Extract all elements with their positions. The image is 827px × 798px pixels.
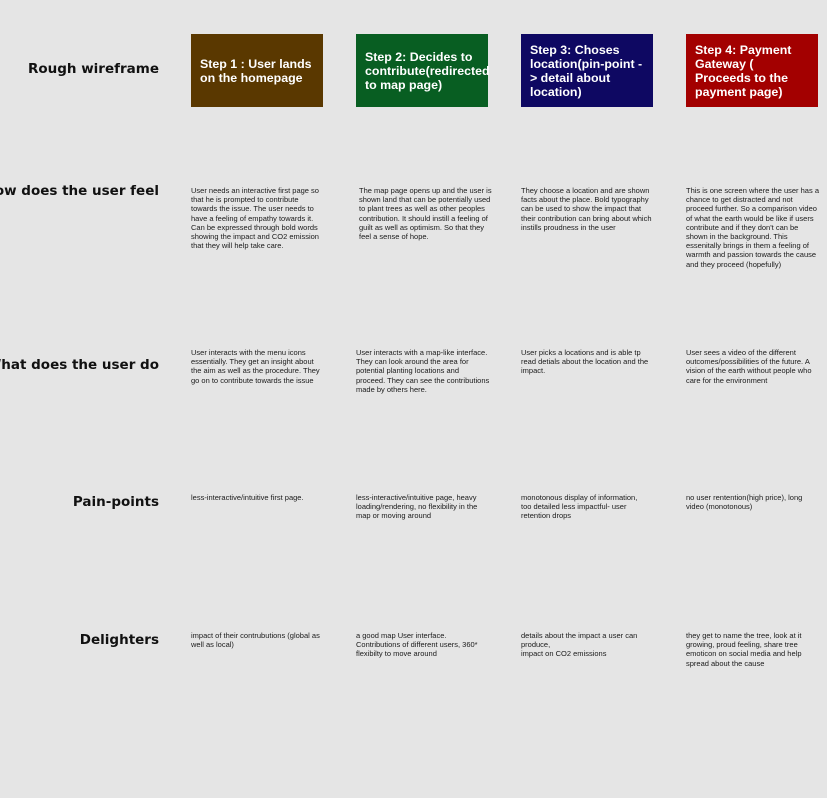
step-4-box: Step 4: Payment Gateway ( Proceeds to th… xyxy=(686,34,818,107)
step-4-feel-text: This is one screen where the user has a … xyxy=(686,186,819,269)
step-2-pain-text: less-interactive/intuitive page, heavy l… xyxy=(356,493,478,521)
row-label-what-does-user-do: What does the user do xyxy=(0,357,159,373)
step-2-delight-text: a good map User interface. Contributions… xyxy=(356,631,478,659)
step-4-do-text: User sees a video of the different outco… xyxy=(686,348,812,385)
step-2-box: Step 2: Decides to contribute(redirected… xyxy=(356,34,490,107)
step-1-delight-text: impact of their contrubutions (global as… xyxy=(191,631,320,650)
step-1-do-text: User interacts with the menu icons essen… xyxy=(191,348,320,385)
row-label-rough-wireframe: Rough wireframe xyxy=(27,61,159,77)
step-3-box: Step 3: Choses location(pin-point -> det… xyxy=(521,34,653,107)
step-4-delight-text: they get to name the tree, look at it gr… xyxy=(686,631,802,668)
step-3-delight-text: details about the impact a user can prod… xyxy=(521,631,638,659)
step-1-feel-text: User needs an interactive first page so … xyxy=(191,186,319,251)
step-2-feel-text: The map page opens up and the user is sh… xyxy=(359,186,492,242)
step-3-feel-text: They choose a location and are shown fac… xyxy=(521,186,652,232)
step-2-do-text: User interacts with a map-like interface… xyxy=(356,348,490,394)
step-4-pain-text: no user rentention(high price), long vid… xyxy=(686,493,803,512)
step-3-do-text: User picks a locations and is able tp re… xyxy=(521,348,649,376)
row-label-delighters: Delighters xyxy=(79,632,159,648)
step-1-box: Step 1 : User lands on the homepage xyxy=(191,34,323,107)
step-1-pain-text: less-interactive/intuitive first page. xyxy=(191,493,304,502)
row-label-how-does-user-feel: How does the user feel xyxy=(0,183,159,199)
step-3-pain-text: monotonous display of information, too d… xyxy=(521,493,638,521)
row-label-pain-points: Pain-points xyxy=(72,494,159,510)
